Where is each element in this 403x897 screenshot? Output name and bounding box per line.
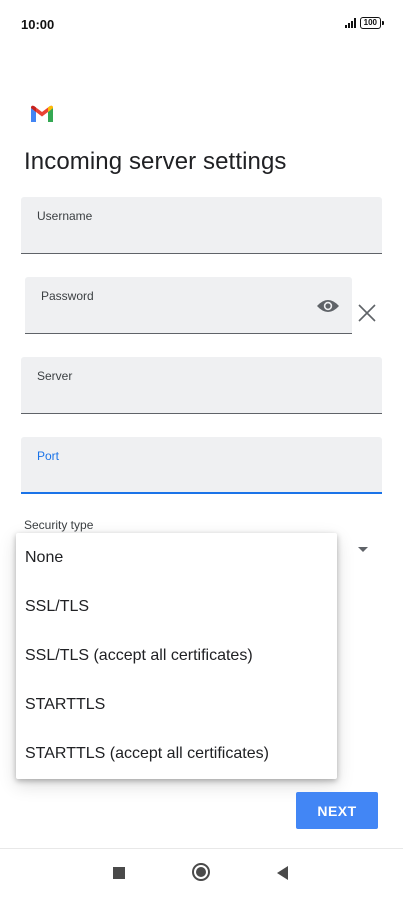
dropdown-option-starttls[interactable]: STARTTLS [16,680,337,729]
security-type-label: Security type [24,518,94,532]
navigation-bar [0,848,403,897]
status-bar: 10:00 100 [0,0,403,48]
home-circle-icon[interactable] [192,863,210,881]
status-icons: 100 [344,17,385,29]
security-type-dropdown: None SSL/TLS SSL/TLS (accept all certifi… [16,533,337,779]
server-field[interactable]: Server [21,357,382,414]
username-label: Username [37,209,93,223]
gmail-logo-icon [31,105,53,122]
signal-icon [344,18,356,28]
close-icon[interactable] [358,304,376,322]
dropdown-option-ssl-tls[interactable]: SSL/TLS [16,582,337,631]
port-field[interactable]: Port [21,437,382,494]
page-title: Incoming server settings [24,148,287,175]
password-field[interactable]: Password [25,277,352,334]
recents-square-icon[interactable] [113,867,125,879]
next-button[interactable]: NEXT [296,792,378,829]
password-label: Password [41,289,94,303]
caret-down-icon[interactable] [358,547,368,552]
server-label: Server [37,369,73,383]
eye-icon[interactable] [316,298,340,314]
dropdown-option-starttls-accept-all[interactable]: STARTTLS (accept all certificates) [16,729,337,778]
username-field[interactable]: Username [21,197,382,254]
back-triangle-icon[interactable] [277,866,288,880]
status-time: 10:00 [21,17,55,32]
dropdown-option-none[interactable]: None [16,533,337,582]
port-label: Port [37,449,60,463]
battery-icon: 100 [359,17,385,29]
dropdown-option-ssl-tls-accept-all[interactable]: SSL/TLS (accept all certificates) [16,631,337,680]
